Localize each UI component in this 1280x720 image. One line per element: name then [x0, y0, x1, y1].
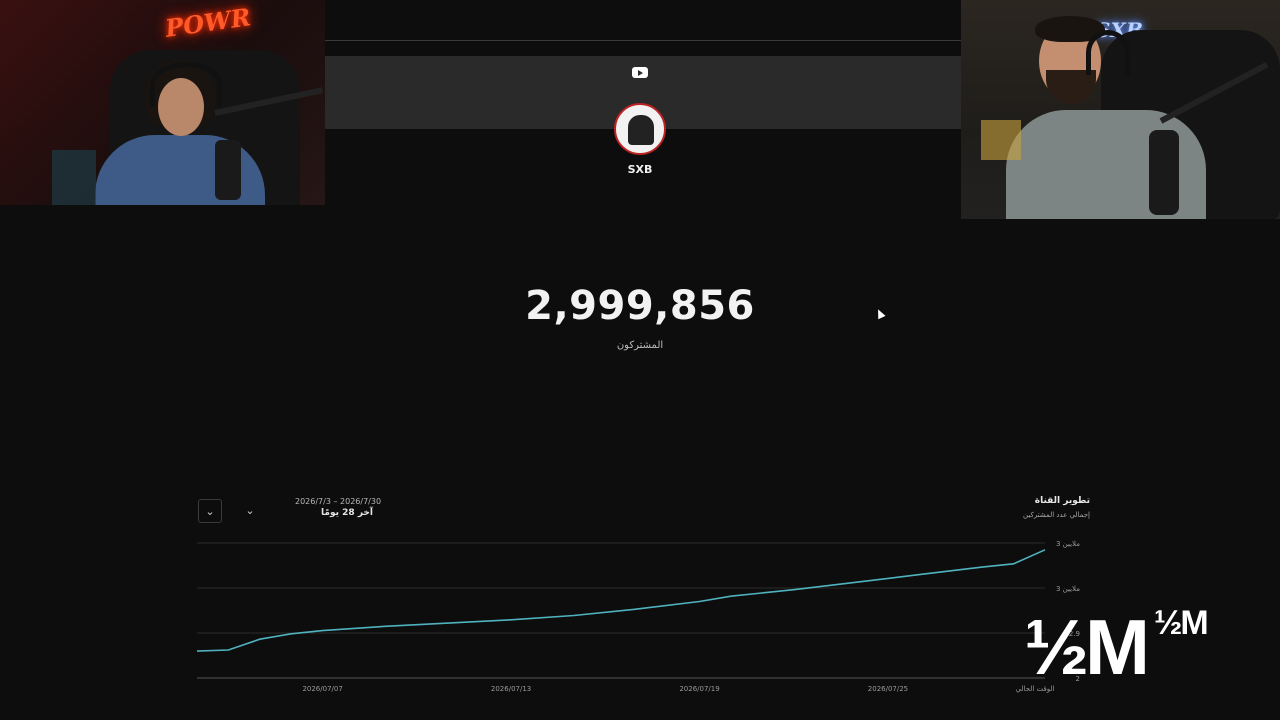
headset [1086, 30, 1130, 75]
shelf-items [981, 120, 1021, 160]
channel-name: SXB [627, 163, 653, 176]
x-tick-label: 2026/07/25 [868, 685, 908, 693]
webcam-right: SXB [961, 0, 1280, 219]
overlay-small-text: ½M [1154, 604, 1209, 642]
subscriber-series-line [196, 549, 1046, 652]
microphone-icon [1149, 130, 1179, 215]
channel-avatar[interactable] [614, 103, 666, 155]
headset [150, 62, 222, 107]
chart-options-dropdown[interactable]: ⌄ [198, 499, 222, 523]
range-label: آخر 28 يومًا [321, 508, 373, 518]
webcam-left: POWR [0, 0, 325, 205]
subscriber-label: المشتركون [616, 340, 664, 351]
overlay-logo: ½M ½M [1018, 600, 1268, 710]
chart-subtitle: إجمالي عدد المشتركين [1023, 511, 1090, 519]
mouse-cursor-icon [874, 307, 886, 320]
youtube-icon [632, 67, 648, 78]
y-tick-label: 3 ملايين [1056, 585, 1080, 593]
y-tick-label: 3 ملايين [1056, 540, 1080, 548]
overlay-big-text: ½M [1024, 603, 1150, 691]
x-tick-label: 2026/07/07 [302, 685, 342, 693]
fridge [52, 150, 96, 205]
chevron-down-icon: ⌄ [205, 504, 215, 518]
chevron-down-icon: ⌄ [245, 503, 255, 517]
divider [325, 40, 961, 41]
date-range-text: 2026/7/3 – 2026/7/30 [295, 497, 382, 506]
x-tick-label: 2026/07/13 [491, 685, 531, 693]
neon-sign-left: POWR [163, 2, 253, 43]
date-range-dropdown[interactable]: ⌄ [239, 499, 261, 521]
microphone-icon [215, 140, 241, 200]
subscriber-count: 2,999,856 [525, 283, 755, 329]
chart-title: تطوير القناة [1034, 496, 1090, 506]
x-tick-label: 2026/07/19 [679, 685, 719, 693]
streamer-beard [1046, 70, 1096, 104]
